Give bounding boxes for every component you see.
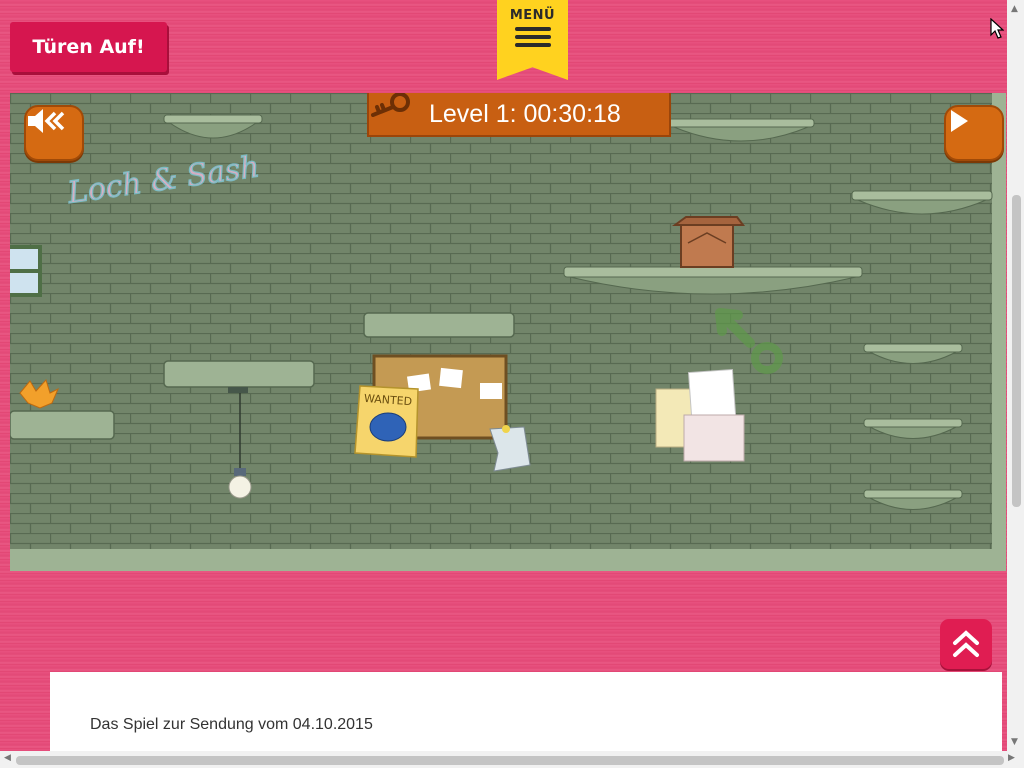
scroll-arrow-left-icon[interactable]: ◀ [4,753,11,763]
tueren-auf-logo[interactable]: Türen Auf! [10,22,167,72]
horizontal-scroll-thumb[interactable] [16,756,1004,765]
horizontal-scrollbar[interactable]: ◀ ▶ [0,751,1024,768]
scroll-arrow-up-icon[interactable]: ▲ [1011,4,1018,14]
vertical-scroll-thumb[interactable] [1012,195,1021,507]
level-label: Level 1: 00:30:18 [429,99,621,128]
scroll-up-button[interactable] [940,619,992,669]
scroll-arrow-right-icon[interactable]: ▶ [1008,753,1015,763]
torn-note [489,425,531,472]
episode-caption: Das Spiel zur Sendung vom 04.10.2015 [90,716,373,733]
info-panel: Das Spiel zur Sendung vom 04.10.2015 [50,672,1002,762]
box [671,216,745,268]
menu-label: MENÜ [509,8,556,23]
game-canvas[interactable]: Loch & Sash WANTED Level 1: 00:30:18 [10,93,1006,571]
vertical-scrollbar[interactable]: ▲ ▼ [1007,0,1024,751]
hamburger-icon [514,27,551,47]
window [10,245,42,297]
menu-button[interactable]: MENÜ [497,0,568,80]
key-icon [369,93,429,135]
scroll-arrow-down-icon[interactable]: ▼ [1011,737,1018,747]
floor [10,549,1006,571]
sound-button[interactable] [24,105,84,161]
right-wall [992,93,1006,549]
ledge-left-low [10,410,115,440]
speaker-rewind-icon [28,109,65,133]
play-button[interactable] [944,105,1004,161]
mouse-cursor-icon [990,18,1004,39]
double-chevron-up-icon [953,630,979,657]
logo-text: Türen Auf! [32,36,145,58]
game-scene: Loch & Sash WANTED [10,93,1006,571]
wanted-poster: WANTED [354,385,419,458]
level-timer: Level 1: 00:30:18 [367,93,671,137]
ledge-center [363,312,515,338]
play-icon [951,110,968,132]
